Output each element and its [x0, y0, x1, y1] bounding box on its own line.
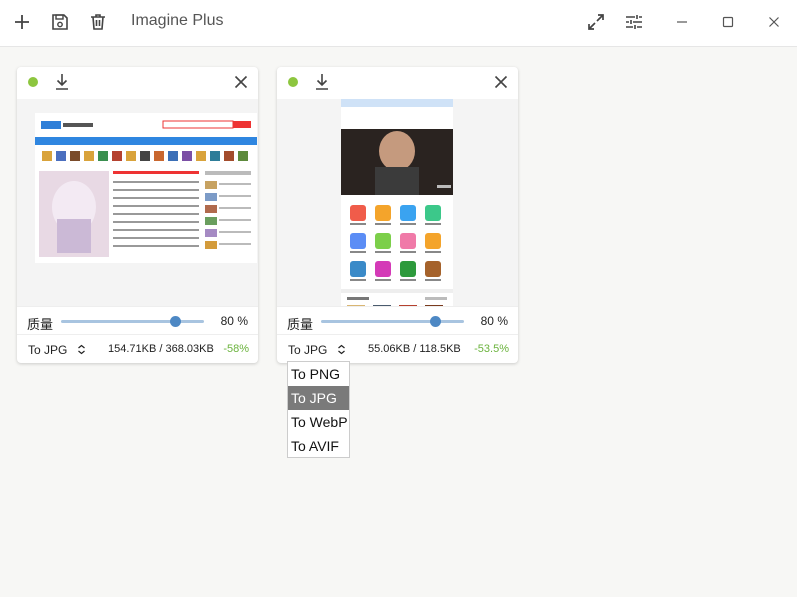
- close-icon[interactable]: [762, 10, 786, 34]
- format-select[interactable]: To JPG: [288, 343, 327, 357]
- chevron-updown-icon[interactable]: [77, 344, 86, 357]
- status-indicator: [288, 77, 298, 87]
- file-sizes: 55.06KB / 118.5KB: [368, 343, 461, 355]
- download-icon[interactable]: [313, 72, 331, 92]
- format-option-jpg[interactable]: To JPG: [288, 386, 349, 410]
- title-bar: Imagine Plus: [0, 0, 797, 47]
- quality-value: 80 %: [480, 314, 508, 328]
- image-card: 质量 80 % To JPG 55.06KB / 118.5KB -53.5%: [277, 67, 518, 363]
- quality-slider[interactable]: [61, 316, 204, 327]
- maximize-icon[interactable]: [716, 10, 740, 34]
- expand-icon[interactable]: [584, 10, 608, 34]
- format-option-webp[interactable]: To WebP: [288, 410, 349, 434]
- format-row: To JPG 154.71KB / 368.03KB -58%: [17, 335, 258, 363]
- format-row: To JPG 55.06KB / 118.5KB -53.5%: [277, 335, 518, 363]
- size-saving: -58%: [223, 343, 249, 355]
- image-preview: [17, 99, 258, 307]
- minimize-icon[interactable]: [670, 10, 694, 34]
- quality-row: 质量 80 %: [277, 307, 518, 335]
- quality-slider-thumb[interactable]: [170, 316, 182, 327]
- plus-icon[interactable]: [10, 10, 34, 34]
- format-option-avif[interactable]: To AVIF: [288, 434, 349, 458]
- format-select[interactable]: To JPG: [28, 343, 67, 357]
- status-indicator: [28, 77, 38, 87]
- close-icon[interactable]: [232, 73, 250, 91]
- size-saving: -53.5%: [474, 343, 509, 355]
- close-icon[interactable]: [492, 73, 510, 91]
- trash-icon[interactable]: [86, 10, 110, 34]
- quality-slider-thumb[interactable]: [430, 316, 442, 327]
- save-icon[interactable]: [48, 10, 72, 34]
- quality-slider[interactable]: [321, 316, 464, 327]
- file-sizes: 154.71KB / 368.03KB: [108, 343, 214, 355]
- format-dropdown: To PNG To JPG To WebP To AVIF: [287, 361, 350, 458]
- app-title: Imagine Plus: [131, 12, 224, 29]
- download-icon[interactable]: [53, 72, 71, 92]
- quality-label: 质量: [287, 317, 314, 332]
- quality-value: 80 %: [220, 314, 248, 328]
- format-option-png[interactable]: To PNG: [288, 362, 349, 386]
- chevron-updown-icon[interactable]: [337, 344, 346, 357]
- quality-row: 质量 80 %: [17, 307, 258, 335]
- quality-label: 质量: [27, 317, 54, 332]
- image-preview: [277, 99, 518, 307]
- sliders-icon[interactable]: [622, 10, 646, 34]
- image-card: 质量 80 % To JPG 154.71KB / 368.03KB -58%: [17, 67, 258, 363]
